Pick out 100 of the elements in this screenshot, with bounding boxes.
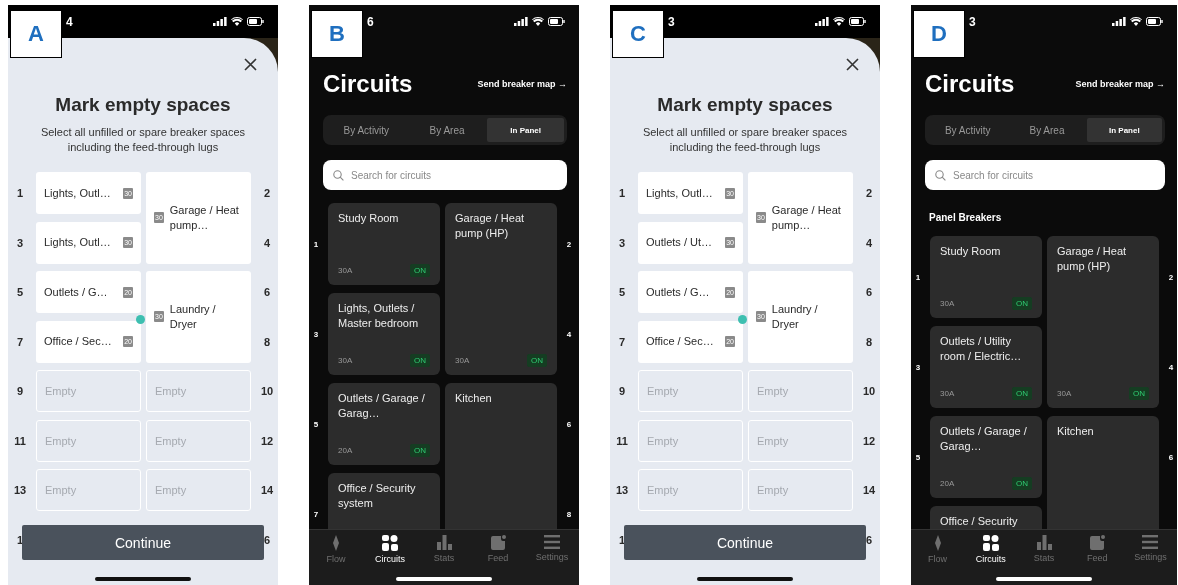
- circuit-card[interactable]: Outlets / Utility room / Electric… 30A ON: [930, 326, 1042, 408]
- slot-number: 5: [915, 452, 921, 462]
- slot-number: 8: [566, 509, 572, 519]
- send-map-link[interactable]: Send breaker map →: [1075, 79, 1165, 89]
- slot-number: 7: [313, 509, 319, 519]
- nav-item[interactable]: Flow: [911, 535, 965, 569]
- continue-button[interactable]: Continue: [624, 525, 866, 560]
- nav-item[interactable]: Flow: [309, 535, 363, 569]
- nav-item[interactable]: Feed: [471, 535, 525, 569]
- slot-number: 8: [263, 335, 271, 348]
- empty-label: Empty: [155, 385, 187, 397]
- circuit-card[interactable]: Office / Security: [930, 506, 1042, 529]
- modal-title: Mark empty spaces: [657, 94, 833, 116]
- amperage: 30A: [940, 389, 955, 398]
- circuit-card[interactable]: Study Room 30A ON: [930, 236, 1042, 318]
- slot-number: 10: [862, 385, 876, 397]
- circuit-name: Kitchen: [455, 391, 493, 406]
- breaker-name: Lights, Outl…: [44, 235, 111, 250]
- nav-item[interactable]: Settings: [525, 535, 579, 569]
- circuit-card[interactable]: Garage / Heat pump (HP) 30A ON: [1047, 236, 1159, 408]
- nav-item[interactable]: Settings: [1123, 535, 1177, 569]
- status-badge: ON: [410, 444, 430, 457]
- empty-label: Empty: [45, 484, 77, 496]
- circuit-card[interactable]: Kitchen: [1047, 416, 1159, 529]
- slot-number: 6: [1168, 452, 1174, 462]
- breaker-name: Laundry / Dryer: [169, 301, 217, 332]
- search-field[interactable]: Search for circuits: [323, 160, 567, 190]
- nav-item[interactable]: Feed: [1070, 535, 1124, 569]
- circuit-name: Office / Security system: [338, 481, 417, 511]
- circuit-card[interactable]: Lights, Outlets / Master bedroom 30A ON: [328, 293, 440, 375]
- empty-label: Empty: [647, 484, 679, 496]
- circuit-card[interactable]: Outlets / Garage / Garag… 20A ON: [930, 416, 1042, 498]
- status-time: 6: [367, 14, 374, 29]
- slot-number: 11: [616, 434, 628, 447]
- send-map-link[interactable]: Send breaker map →: [477, 79, 567, 89]
- grid-icon: [382, 535, 398, 551]
- slot-number: 13: [615, 484, 629, 496]
- status-badge: ON: [527, 354, 547, 367]
- empty-label: Empty: [757, 385, 789, 397]
- slot-number: 6: [865, 286, 873, 298]
- status-badge: ON: [1129, 387, 1149, 400]
- amperage: 20A: [940, 479, 955, 488]
- status-time: 4: [66, 14, 73, 29]
- circuit-name: Office / Security: [940, 514, 1019, 529]
- modal-title: Mark empty spaces: [55, 94, 231, 116]
- tab[interactable]: In Panel: [487, 118, 564, 142]
- marker-dot: [136, 315, 145, 324]
- slot-number: 4: [1168, 362, 1174, 372]
- circuit-name: Garage / Heat pump (HP): [1057, 244, 1128, 274]
- battery-icon: [548, 17, 565, 26]
- slot-number: 3: [618, 236, 626, 249]
- slot-number: 14: [862, 484, 876, 496]
- circuit-card[interactable]: Garage / Heat pump (HP) 30A ON: [445, 203, 557, 375]
- empty-label: Empty: [757, 484, 789, 496]
- circuit-card[interactable]: Outlets / Garage / Garag… 20A ON: [328, 383, 440, 465]
- modal-subtitle: Select all unfilled or spare breaker spaces including the feed-through lugs: [641, 125, 849, 155]
- close-icon[interactable]: [846, 58, 859, 71]
- breaker-name: Laundry / Dryer: [771, 301, 819, 332]
- nav-item[interactable]: Circuits: [363, 535, 417, 569]
- circuit-name: Outlets / Utility room / Electric…: [940, 334, 1023, 364]
- search-field[interactable]: Search for circuits: [925, 160, 1165, 190]
- search-icon: [935, 170, 946, 181]
- menu-icon: [1142, 535, 1159, 549]
- wifi-icon: [231, 17, 243, 26]
- circuit-card[interactable]: Office / Security system: [328, 473, 440, 529]
- circuit-name: Outlets / Garage / Garag…: [940, 424, 1028, 454]
- status-badge: ON: [410, 264, 430, 277]
- page-title: Circuits: [323, 70, 413, 98]
- nav-item[interactable]: Stats: [1017, 535, 1071, 569]
- nav-item[interactable]: Circuits: [964, 535, 1018, 569]
- slot-number: 9: [16, 385, 24, 397]
- tab[interactable]: By Activity: [928, 118, 1008, 142]
- slot-number: 4: [865, 236, 873, 249]
- tab[interactable]: By Area: [1007, 118, 1087, 142]
- breaker-name: Lights, Outl…: [44, 185, 111, 201]
- status-time: 3: [668, 14, 675, 29]
- breaker-name: Office / Sec…: [646, 334, 714, 349]
- tab[interactable]: By Activity: [326, 118, 407, 142]
- breaker-name: Office / Sec…: [44, 334, 112, 349]
- nav-item[interactable]: Stats: [417, 535, 471, 569]
- amperage: 30A: [1057, 389, 1072, 398]
- amperage: 30A: [940, 299, 955, 308]
- slot-number: 4: [263, 236, 271, 249]
- breaker-name: Lights, Outl…: [646, 185, 713, 201]
- wifi-icon: [833, 17, 845, 26]
- status-time: 3: [969, 14, 976, 29]
- circuit-card[interactable]: Kitchen: [445, 383, 557, 529]
- feed-icon: [490, 535, 506, 550]
- close-icon[interactable]: [244, 58, 257, 71]
- circuit-name: Outlets / Garage / Garag…: [338, 391, 426, 421]
- slot-number: 2: [566, 239, 572, 249]
- tab[interactable]: In Panel: [1086, 118, 1162, 142]
- feed-icon: [1089, 535, 1105, 550]
- signal-icon: [1112, 17, 1126, 26]
- continue-button[interactable]: Continue: [22, 525, 264, 560]
- tab[interactable]: By Area: [406, 118, 488, 142]
- slot-number: 12: [862, 434, 876, 447]
- circuit-card[interactable]: Study Room 30A ON: [328, 203, 440, 285]
- empty-label: Empty: [45, 434, 77, 447]
- slot-number: 1: [618, 187, 626, 199]
